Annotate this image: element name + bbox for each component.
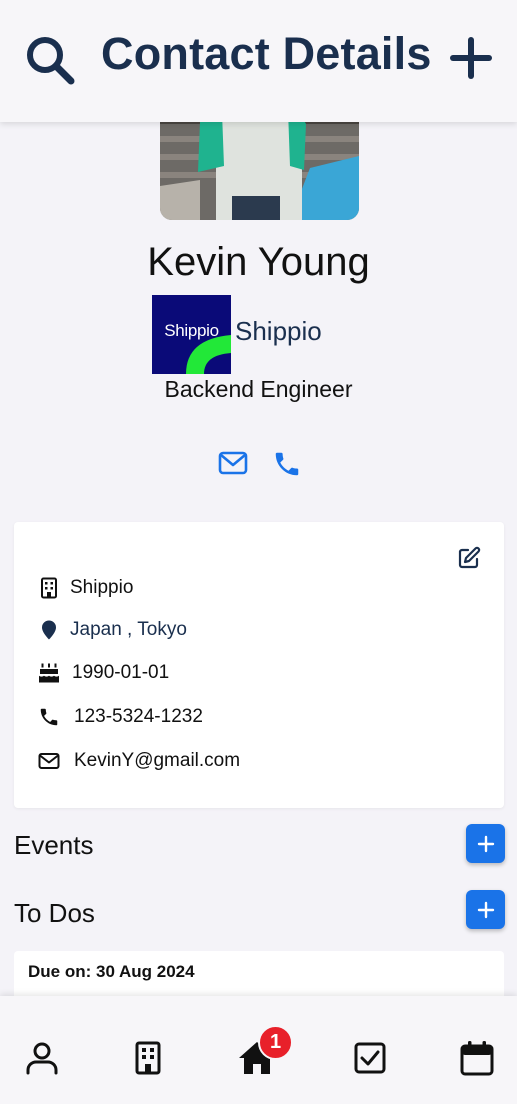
company-logo: Shippio	[152, 295, 231, 374]
envelope-icon	[38, 753, 60, 769]
contact-name: Kevin Young	[147, 240, 370, 284]
birthday-cake-icon	[38, 663, 60, 683]
page-title: Contact Details	[101, 28, 432, 79]
job-title: Backend Engineer	[164, 376, 353, 402]
bottom-nav	[0, 996, 517, 1104]
building-icon	[41, 577, 57, 599]
detail-company-row: Shippio	[38, 577, 133, 599]
map-pin-icon	[42, 620, 56, 640]
detail-birthday: 1990-01-01	[72, 662, 170, 683]
app-header: Contact Details	[0, 0, 517, 122]
notification-badge: 1	[258, 1025, 293, 1060]
plus-icon	[477, 901, 494, 918]
contact-details-card: Shippio Japan , Tokyo 1990-01-01 123-532…	[14, 522, 504, 808]
edit-icon[interactable]	[457, 546, 481, 570]
todo-due-date: Due on: 30 Aug 2024	[28, 962, 195, 981]
add-event-button[interactable]	[466, 824, 505, 863]
detail-email-row: KevinY@gmail.com	[38, 750, 240, 772]
nav-companies-icon[interactable]	[130, 1040, 166, 1076]
company-logo-text: Shippio	[164, 321, 219, 340]
add-todo-button[interactable]	[466, 890, 505, 929]
envelope-icon[interactable]	[218, 449, 248, 477]
detail-location[interactable]: Japan , Tokyo	[70, 619, 187, 641]
phone-icon	[40, 708, 58, 726]
company-link[interactable]: Shippio	[235, 316, 322, 347]
phone-icon[interactable]	[272, 449, 302, 479]
detail-birthday-row: 1990-01-01	[38, 662, 169, 684]
detail-location-row: Japan , Tokyo	[38, 619, 187, 641]
detail-phone[interactable]: 123-5324-1232	[74, 706, 203, 728]
detail-company: Shippio	[70, 577, 134, 598]
plus-icon[interactable]	[449, 36, 493, 80]
nav-tasks-icon[interactable]	[352, 1040, 388, 1076]
todos-title: To Dos	[14, 898, 95, 928]
nav-calendar-icon[interactable]	[459, 1040, 495, 1076]
nav-contacts-icon[interactable]	[24, 1040, 60, 1076]
search-icon[interactable]	[24, 34, 76, 86]
events-title: Events	[14, 830, 94, 860]
plus-icon	[477, 835, 494, 852]
detail-email[interactable]: KevinY@gmail.com	[74, 750, 240, 772]
detail-phone-row: 123-5324-1232	[38, 706, 203, 728]
